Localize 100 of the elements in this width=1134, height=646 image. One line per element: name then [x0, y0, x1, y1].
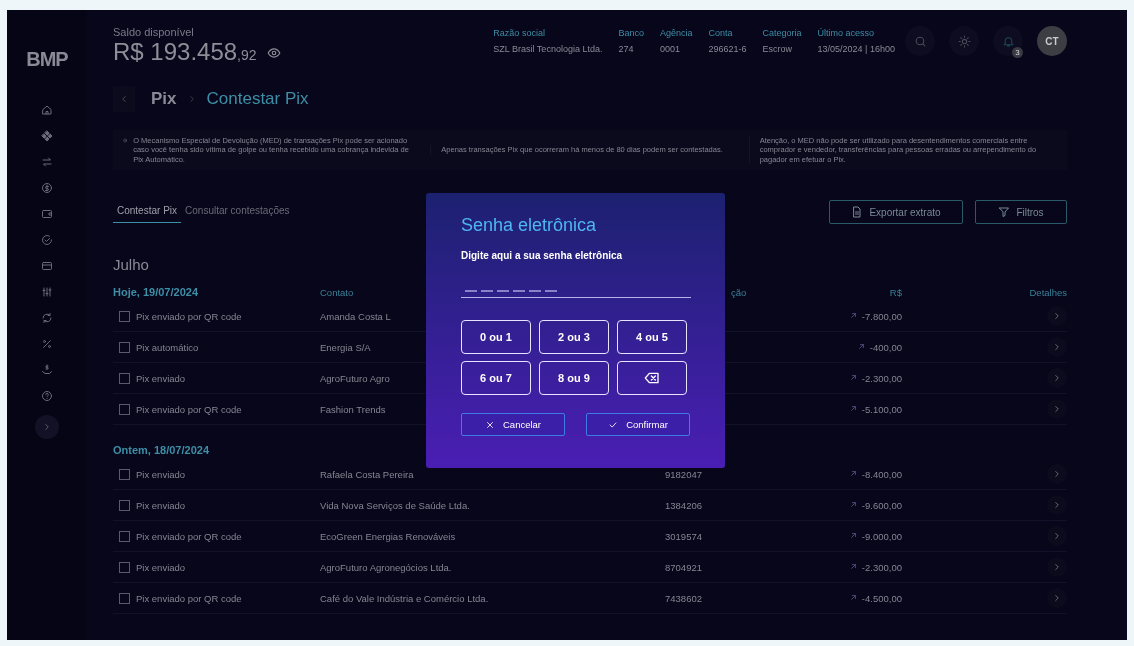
field-label: Agência — [659, 28, 693, 38]
tab[interactable]: Contestar Pix — [113, 201, 182, 223]
contact-name: Rafaela Costa Pereira — [320, 468, 414, 480]
details-button[interactable] — [1047, 588, 1067, 608]
digit-key[interactable]: 8 ou 9 — [539, 361, 609, 395]
export-button[interactable]: Exportar extrato — [829, 200, 963, 224]
amount: -7.800,00 — [861, 310, 902, 322]
amount: -4.500,00 — [861, 592, 902, 604]
cancel-button[interactable]: Cancelar — [461, 413, 565, 436]
close-icon — [485, 419, 495, 430]
contact-name: Café do Vale Indústria e Comércio Ltda. — [320, 592, 489, 604]
help-icon — [41, 390, 53, 402]
check-icon — [608, 419, 619, 430]
bell-icon — [1001, 34, 1015, 48]
field-label: Último acesso — [817, 28, 876, 38]
amount: -400,00 — [869, 341, 902, 353]
date-heading: Ontem, 18/07/2024 — [113, 443, 210, 458]
chevron-right-icon — [1052, 500, 1062, 510]
details-button[interactable] — [1047, 464, 1067, 484]
dollar-circle-icon — [41, 182, 53, 194]
transaction-id: 1384206 — [665, 499, 702, 511]
details-button[interactable] — [1047, 399, 1067, 419]
user-avatar[interactable]: CT — [1037, 26, 1067, 56]
balance-amount: R$ 193.458,92 — [113, 38, 257, 66]
tab[interactable]: Consultar contestações — [181, 201, 294, 223]
chevron-right-icon — [1052, 562, 1062, 572]
check-circle-icon — [41, 234, 53, 246]
details-button[interactable] — [1047, 368, 1067, 388]
contact-name: AgroFuturo Agronegócios Ltda. — [320, 561, 452, 573]
contact-name: Fashion Trends — [320, 403, 386, 415]
row-checkbox[interactable] — [119, 468, 130, 480]
chevron-right-icon — [1052, 373, 1062, 383]
field-value: Escrow — [762, 44, 794, 54]
amount: -9.000,00 — [861, 530, 902, 542]
card-icon — [41, 260, 53, 272]
dialog-prompt: Digite aqui a sua senha eletrônica — [461, 250, 624, 261]
details-button[interactable] — [1047, 526, 1067, 546]
theme-button[interactable] — [949, 26, 979, 56]
transaction-id: 8704921 — [665, 561, 702, 573]
transaction-type: Pix enviado — [136, 499, 186, 511]
arrow-up-right-icon — [848, 530, 858, 540]
field-label: Categoria — [762, 28, 802, 38]
chevron-right-icon — [1052, 342, 1062, 352]
dialog-title: Senha eletrônica — [461, 215, 598, 236]
chevron-right-icon — [1052, 531, 1062, 541]
home-icon — [41, 104, 53, 116]
transaction-type: Pix enviado por QR code — [136, 403, 242, 415]
field-value: 296621-6 — [708, 44, 747, 54]
digit-key[interactable]: 2 ou 3 — [539, 320, 609, 354]
field-value: 0001 — [659, 44, 681, 54]
transaction-type: Pix enviado — [136, 372, 186, 384]
details-button[interactable] — [1047, 306, 1067, 326]
chevron-right-icon — [1052, 469, 1062, 479]
hand-dollar-icon — [41, 364, 53, 376]
row-checkbox[interactable] — [119, 341, 130, 353]
backspace-key[interactable] — [617, 361, 687, 395]
field-label: Banco — [618, 28, 644, 38]
arrow-up-right-icon — [856, 341, 866, 351]
percent-icon — [41, 338, 53, 350]
breadcrumb-item[interactable]: Pix — [151, 89, 177, 109]
refresh-icon — [41, 312, 53, 324]
transaction-type: Pix enviado por QR code — [136, 530, 242, 542]
notifications-button[interactable]: 3 — [993, 26, 1023, 56]
field-value: 274 — [618, 44, 635, 54]
row-checkbox[interactable] — [119, 310, 130, 322]
field-value: SZL Brasil Tecnologia Ltda. — [493, 44, 603, 54]
details-button[interactable] — [1047, 495, 1067, 515]
row-checkbox[interactable] — [119, 499, 130, 511]
row-checkbox[interactable] — [119, 592, 130, 604]
digit-key[interactable]: 4 ou 5 — [617, 320, 687, 354]
row-checkbox[interactable] — [119, 530, 130, 542]
contact-name: Vida Nova Serviços de Saúde Ltda. — [320, 499, 470, 511]
digit-key[interactable]: 6 ou 7 — [461, 361, 531, 395]
filter-button[interactable]: Filtros — [975, 200, 1067, 224]
amount: -5.100,00 — [861, 403, 902, 415]
eye-icon — [266, 46, 281, 60]
amount: -2.300,00 — [861, 561, 902, 573]
logo: BMP — [26, 48, 68, 71]
details-button[interactable] — [1047, 557, 1067, 577]
contact-name: Energia S/A — [320, 341, 371, 353]
filter-icon — [998, 206, 1011, 218]
digit-key[interactable]: 0 ou 1 — [461, 320, 531, 354]
amount: -2.300,00 — [861, 372, 902, 384]
balance-label: Saldo disponível — [113, 26, 195, 38]
search-button[interactable] — [905, 26, 935, 56]
amount: -9.600,00 — [861, 499, 902, 511]
sun-icon — [957, 34, 971, 48]
row-checkbox[interactable] — [119, 561, 130, 573]
sliders-icon — [41, 286, 53, 298]
transaction-id: 7438602 — [665, 592, 702, 604]
row-checkbox[interactable] — [119, 372, 130, 384]
row-checkbox[interactable] — [119, 403, 130, 415]
chevron-icon — [42, 422, 52, 432]
arrow-up-right-icon — [848, 499, 858, 509]
transaction-id: 3019574 — [665, 530, 702, 542]
amount: -8.400,00 — [861, 468, 902, 480]
expand-sidebar-button[interactable] — [35, 415, 59, 439]
arrow-up-right-icon — [848, 468, 858, 478]
confirm-button[interactable]: Confirmar — [586, 413, 690, 436]
details-button[interactable] — [1047, 337, 1067, 357]
